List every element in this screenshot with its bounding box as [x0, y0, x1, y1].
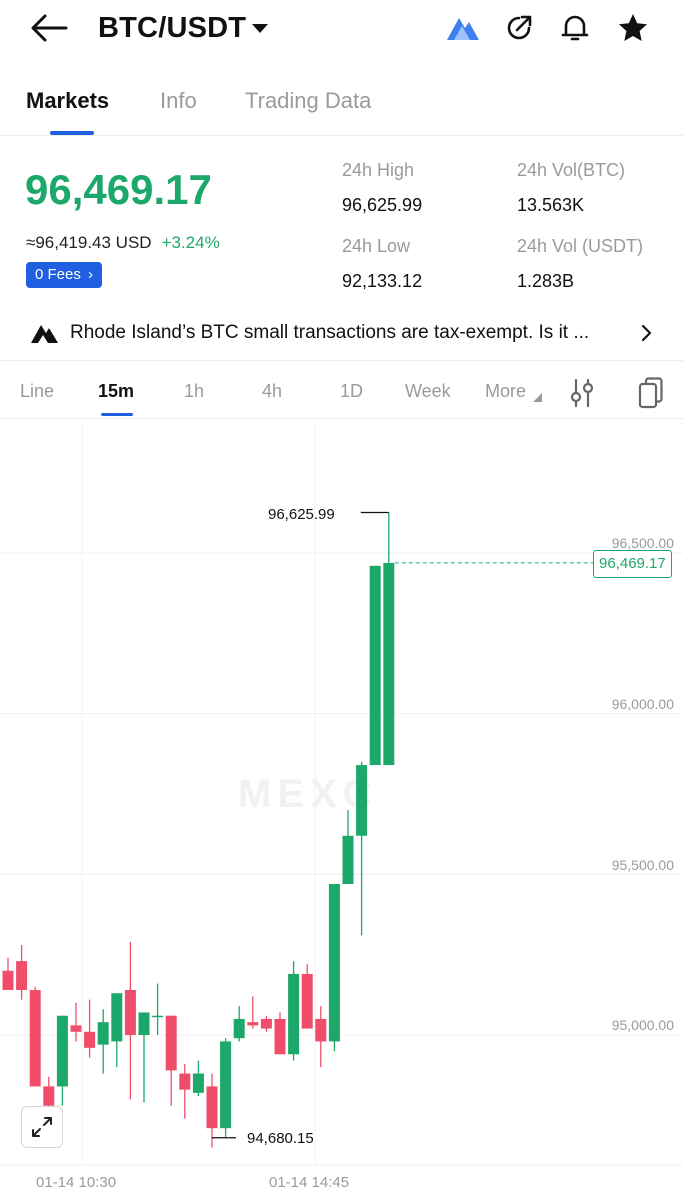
- candle-body-26: [356, 765, 368, 836]
- candle-body-18: [247, 1022, 259, 1026]
- low-value: 92,133.12: [342, 271, 423, 291]
- candle-body-21: [288, 973, 300, 1055]
- candle-body-17: [233, 1018, 245, 1039]
- caret-down-icon[interactable]: [252, 24, 268, 33]
- back-arrow-icon: [31, 14, 68, 42]
- favorite-button[interactable]: [615, 10, 651, 46]
- candle-body-12: [165, 1015, 177, 1071]
- low-marker-label: 94,680.15: [247, 1130, 314, 1147]
- chevron-right-icon: ›: [88, 266, 94, 283]
- last-price-tag: 96,469.17: [593, 550, 672, 578]
- ai-assistant-button[interactable]: [444, 12, 482, 44]
- candle-body-11: [152, 1015, 164, 1018]
- vol-usdt-label: 24h Vol (USDT): [517, 236, 644, 256]
- copy-layout-button[interactable]: [637, 376, 665, 410]
- high-marker-label: 96,625.99: [268, 506, 335, 523]
- y-tick-96500: 96,500.00: [611, 535, 674, 551]
- share-icon: [507, 15, 532, 40]
- candle-body-1: [16, 961, 28, 991]
- price-change-percent: +3.24%: [161, 233, 220, 252]
- overlay-layer: [212, 511, 593, 1139]
- ai-news-icon: [31, 325, 58, 343]
- high-label: 24h High: [342, 160, 415, 180]
- candle-body-4: [56, 1015, 68, 1087]
- interval-week[interactable]: Week: [405, 381, 451, 402]
- candle-body-23: [315, 1018, 327, 1042]
- interval-15m[interactable]: 15m: [98, 381, 134, 402]
- y-tick-96000: 96,000.00: [611, 696, 674, 712]
- pair-title[interactable]: BTC/USDT: [98, 12, 246, 45]
- zero-fees-button[interactable]: 0 Fees ›: [26, 262, 103, 288]
- usd-equivalent: ≈96,419.43 USD: [26, 233, 152, 252]
- interval-line[interactable]: Line: [20, 381, 54, 402]
- interval-more[interactable]: More: [485, 381, 526, 402]
- high-value: 96,625.99: [342, 195, 423, 215]
- interval-1d[interactable]: 1D: [340, 381, 363, 402]
- x-tick-1445: 01-14 14:45: [269, 1174, 350, 1191]
- vol-btc-label: 24h Vol(BTC): [517, 160, 626, 180]
- interval-active-indicator: [101, 413, 133, 416]
- candle-body-16: [220, 1041, 232, 1129]
- ai-assistant-icon: [447, 18, 479, 40]
- y-tick-95000: 95,000.00: [611, 1017, 674, 1033]
- candle-body-22: [301, 973, 313, 1029]
- candle-body-25: [342, 835, 354, 884]
- interval-1h[interactable]: 1h: [184, 381, 204, 402]
- back-button[interactable]: [28, 10, 70, 46]
- news-text: Rhode Island’s BTC small transactions ar…: [70, 322, 590, 343]
- tab-info[interactable]: Info: [160, 88, 197, 114]
- candle-body-5: [70, 1025, 82, 1032]
- news-divider: [0, 360, 683, 361]
- candle-body-9: [124, 990, 136, 1035]
- candle-body-24: [328, 883, 340, 1042]
- low-label: 24h Low: [342, 236, 411, 256]
- candle-body-20: [274, 1018, 286, 1055]
- tabs-divider: [0, 135, 683, 136]
- candle-body-15: [206, 1086, 218, 1129]
- candle-body-13: [179, 1073, 191, 1090]
- fees-label: 0 Fees: [35, 266, 81, 283]
- bell-icon: [561, 15, 589, 41]
- candle-body-8: [111, 993, 123, 1042]
- interval-4h[interactable]: 4h: [262, 381, 282, 402]
- x-tick-1030: 01-14 10:30: [36, 1174, 117, 1191]
- candle-body-14: [192, 1073, 204, 1093]
- y-tick-95500: 95,500.00: [611, 857, 674, 873]
- vol-btc-value: 13.563K: [517, 195, 585, 215]
- chart-grid: [0, 420, 683, 1166]
- tab-trading-data[interactable]: Trading Data: [245, 88, 371, 114]
- candle-body-19: [260, 1018, 272, 1029]
- chevron-right-icon: [641, 324, 652, 342]
- candle-body-27: [369, 565, 381, 766]
- candle-body-0: [2, 970, 14, 991]
- indicator-settings-button[interactable]: [568, 377, 596, 409]
- last-price-tag-text: 96,469.17: [599, 555, 666, 572]
- fullscreen-button[interactable]: [21, 1106, 63, 1148]
- interval-divider: [0, 418, 683, 419]
- sliders-icon: [570, 378, 594, 408]
- candle-body-2: [29, 990, 41, 1087]
- candles-layer: [2, 512, 395, 1148]
- news-bar[interactable]: Rhode Island’s BTC small transactions ar…: [0, 310, 683, 356]
- expand-icon: [32, 1117, 52, 1137]
- candle-body-10: [138, 1012, 150, 1035]
- candle-body-6: [84, 1031, 96, 1048]
- tab-markets[interactable]: Markets: [26, 88, 109, 114]
- copy-icon: [638, 377, 663, 409]
- share-button[interactable]: [502, 11, 536, 45]
- candlestick-chart[interactable]: [0, 420, 683, 1200]
- candle-body-3: [43, 1086, 55, 1106]
- usd-price-line: ≈96,419.43 USD +3.24%: [26, 233, 220, 253]
- candle-body-7: [97, 1022, 109, 1045]
- vol-usdt-value: 1.283B: [517, 271, 575, 291]
- alert-button[interactable]: [558, 11, 592, 45]
- star-icon: [619, 14, 647, 41]
- candle-body-28: [383, 562, 395, 766]
- last-price: 96,469.17: [25, 166, 212, 213]
- more-corner-icon: [533, 393, 542, 402]
